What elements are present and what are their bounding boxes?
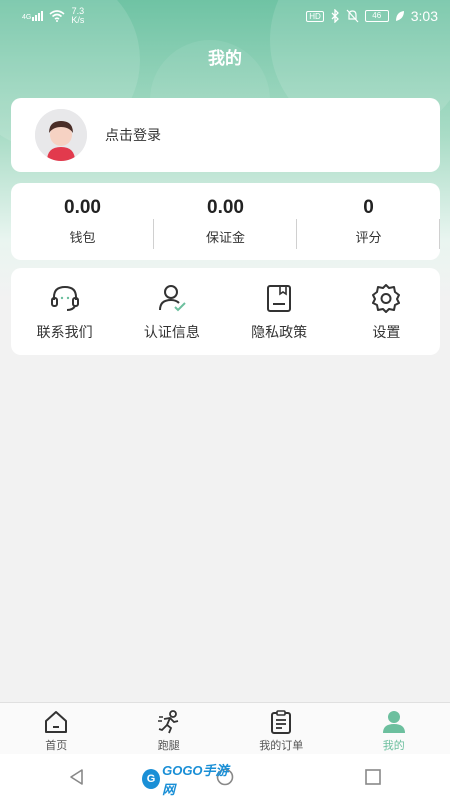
stat-rating[interactable]: 0 评分 [297,197,440,249]
net-speed: 7.3 K/s [71,7,84,25]
bottom-tabbar: 首页 跑腿 我的订单 我的 [0,702,450,754]
tab-home[interactable]: 首页 [0,703,113,754]
battery-icon: 46 [364,10,389,22]
menu-label: 隐私政策 [251,323,308,340]
tab-my-orders[interactable]: 我的订单 [225,703,338,754]
signal-icon: 4G [22,11,44,21]
tab-errand[interactable]: 跑腿 [113,703,226,754]
stats-card: 0.00 钱包 0.00 保证金 0 评分 [11,183,440,260]
tab-label: 跑腿 [157,740,180,752]
clipboard-icon [271,710,292,734]
profile-icon [382,711,405,733]
rating-value: 0 [363,197,374,218]
stat-wallet[interactable]: 0.00 钱包 [11,197,154,249]
tab-label: 我的订单 [259,740,304,752]
wifi-icon [49,10,65,22]
hd-badge: HD [306,10,324,22]
tab-label: 首页 [45,740,68,752]
status-bar: 4G 7.3 K/s HD 46 3:03 [0,0,450,32]
document-icon [267,284,292,312]
headset-icon [50,285,79,311]
divider [439,219,440,249]
signal-type: 4G [22,14,32,21]
runner-icon [157,710,178,734]
menu-card: 联系我们 认证信息 隐私政策 设置 [11,268,440,355]
menu-privacy-policy[interactable]: 隐私政策 [226,282,333,342]
clock: 3:03 [410,8,438,24]
mute-bell-icon [346,9,359,23]
back-icon[interactable] [68,768,86,786]
recent-apps-icon[interactable] [364,768,382,786]
wallet-value: 0.00 [64,197,101,218]
avatar [35,109,87,161]
page-title: 我的 [208,49,242,68]
tab-label: 我的 [382,740,405,752]
stat-deposit[interactable]: 0.00 保证金 [154,197,297,249]
user-verified-icon [158,284,186,311]
menu-certification[interactable]: 认证信息 [118,282,225,342]
tab-mine[interactable]: 我的 [338,703,450,754]
rating-label: 评分 [355,230,382,245]
net-speed-unit: K/s [71,15,85,25]
menu-label: 设置 [372,323,401,340]
battery-level: 46 [372,11,382,20]
watermark-ball: G [142,769,161,789]
bluetooth-icon [331,9,339,23]
leaf-icon [395,11,404,21]
menu-settings[interactable]: 设置 [333,282,440,342]
gear-icon [372,283,401,313]
watermark-text: GOGO手游网 [162,763,229,797]
watermark-logo: G GOGO手游网 [142,763,234,797]
login-card[interactable]: 点击登录 [11,98,440,172]
menu-contact-us[interactable]: 联系我们 [11,282,118,342]
home-icon [45,711,68,733]
menu-label: 联系我们 [36,323,93,340]
menu-label: 认证信息 [143,323,200,340]
deposit-label: 保证金 [205,230,245,245]
avatar-icon [35,109,87,161]
login-label[interactable]: 点击登录 [105,125,161,145]
wallet-label: 钱包 [69,230,96,245]
deposit-value: 0.00 [207,197,244,218]
